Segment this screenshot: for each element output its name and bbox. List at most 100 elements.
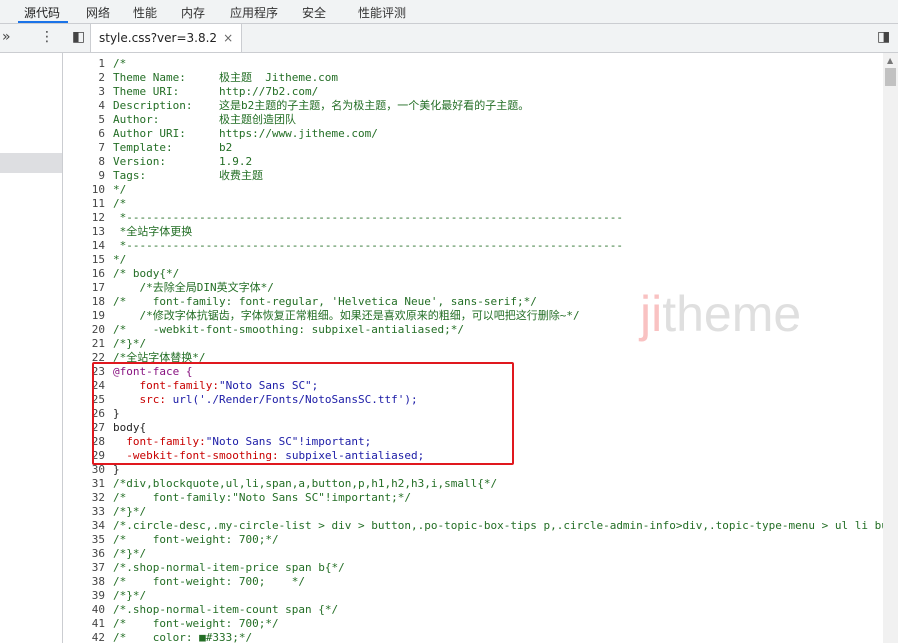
code-text: /*div,blockquote,ul,li,span,a,button,p,h…: [113, 477, 498, 490]
tab-lighthouse[interactable]: 性能评测: [358, 4, 406, 21]
code-line: 38/* font-weight: 700; */: [63, 575, 883, 589]
line-number[interactable]: 32: [63, 491, 113, 505]
code-line: 6 Author URI: https://www.jitheme.com/: [63, 127, 883, 141]
vertical-scrollbar[interactable]: ▲: [883, 53, 898, 643]
code-text: /* color: ■#333;*/: [113, 631, 253, 643]
line-number[interactable]: 39: [63, 589, 113, 603]
code-line: 31/*div,blockquote,ul,li,span,a,button,p…: [63, 477, 883, 491]
line-number[interactable]: 36: [63, 547, 113, 561]
line-number[interactable]: 41: [63, 617, 113, 631]
line-number[interactable]: 40: [63, 603, 113, 617]
code-text: /*}*/: [113, 547, 147, 560]
close-icon[interactable]: ×: [223, 31, 233, 45]
toggle-debugger-icon[interactable]: ◨: [877, 29, 890, 45]
tab-sources[interactable]: 源代码: [24, 4, 60, 21]
code-line: 5 Author: 极主题创造团队: [63, 113, 883, 127]
line-number[interactable]: 7: [63, 141, 113, 155]
code-line: 4 Description: 这是b2主题的子主题，名为极主题，一个美化最好看的子…: [63, 99, 883, 113]
code-text: *全站字体更换: [113, 225, 193, 238]
line-number[interactable]: 1: [63, 57, 113, 71]
line-number[interactable]: 9: [63, 169, 113, 183]
line-number[interactable]: 38: [63, 575, 113, 589]
code-line: 30}: [63, 463, 883, 477]
line-number[interactable]: 33: [63, 505, 113, 519]
code-text: */: [113, 253, 127, 266]
code-line: 14 *------------------------------------…: [63, 239, 883, 253]
code-line: 35/* font-weight: 700;*/: [63, 533, 883, 547]
code-text: /*}*/: [113, 589, 147, 602]
active-tab-indicator: [18, 21, 68, 23]
scrollbar-thumb[interactable]: [885, 68, 896, 86]
line-number[interactable]: 11: [63, 197, 113, 211]
code-line: 37/*.shop-normal-item-price span b{*/: [63, 561, 883, 575]
toggle-navigator-icon[interactable]: ◧: [72, 29, 85, 45]
line-number[interactable]: 13: [63, 225, 113, 239]
line-number[interactable]: 14: [63, 239, 113, 253]
code-line: 8 Version: 1.9.2: [63, 155, 883, 169]
scroll-up-icon[interactable]: ▲: [887, 56, 893, 65]
code-text: /* font-weight: 700;*/: [113, 533, 279, 546]
code-line: 42/* color: ■#333;*/: [63, 631, 883, 643]
line-number[interactable]: 10: [63, 183, 113, 197]
code-text: }: [113, 463, 120, 476]
line-number[interactable]: 34: [63, 519, 113, 533]
code-text: /* body{*/: [113, 267, 180, 280]
code-text: Theme Name: 极主题 Jitheme.com: [113, 71, 339, 84]
code-text: /*.shop-normal-item-count span {*/: [113, 603, 339, 616]
tab-security[interactable]: 安全: [302, 4, 326, 21]
line-number[interactable]: 19: [63, 309, 113, 323]
code-line: 7 Template: b2: [63, 141, 883, 155]
line-number[interactable]: 18: [63, 295, 113, 309]
line-number[interactable]: 16: [63, 267, 113, 281]
file-tab[interactable]: style.css?ver=3.8.2 ×: [90, 24, 243, 52]
code-line: 12 *------------------------------------…: [63, 211, 883, 225]
code-line: 11/*: [63, 197, 883, 211]
line-number[interactable]: 30: [63, 463, 113, 477]
line-number[interactable]: 15: [63, 253, 113, 267]
line-number[interactable]: 35: [63, 533, 113, 547]
line-number[interactable]: 31: [63, 477, 113, 491]
watermark-part2: theme: [662, 286, 802, 342]
code-line: 9 Tags: 收费主题: [63, 169, 883, 183]
line-number[interactable]: 8: [63, 155, 113, 169]
code-text: */: [113, 183, 127, 196]
more-options-icon[interactable]: ⋮: [40, 29, 54, 45]
expand-icon[interactable]: »: [2, 29, 11, 45]
line-number[interactable]: 2: [63, 71, 113, 85]
sidebar-selected-item[interactable]: [0, 153, 62, 173]
devtools-tabbar: 源代码 网络 性能 内存 应用程序 安全 性能评测: [0, 0, 898, 24]
line-number[interactable]: 37: [63, 561, 113, 575]
line-number[interactable]: 5: [63, 113, 113, 127]
code-text: /* font-family: font-regular, 'Helvetica…: [113, 295, 537, 308]
code-text: Theme URI: http://7b2.com/: [113, 85, 319, 98]
tab-application[interactable]: 应用程序: [230, 4, 278, 21]
code-line: 39/*}*/: [63, 589, 883, 603]
code-text: /*}*/: [113, 337, 147, 350]
tab-memory[interactable]: 内存: [181, 4, 205, 21]
file-tab-label: style.css?ver=3.8.2: [99, 31, 218, 45]
line-number[interactable]: 21: [63, 337, 113, 351]
line-number[interactable]: 3: [63, 85, 113, 99]
code-text: /*: [113, 57, 127, 70]
line-number[interactable]: 4: [63, 99, 113, 113]
code-text: Author URI: https://www.jitheme.com/: [113, 127, 378, 140]
code-editor[interactable]: 1/* 2 Theme Name: 极主题 Jitheme.com 3 Theme UR…: [63, 53, 883, 643]
code-lines: 1/* 2 Theme Name: 极主题 Jitheme.com 3 Theme UR…: [63, 57, 883, 643]
code-text: /* font-weight: 700;*/: [113, 617, 279, 630]
line-number[interactable]: 12: [63, 211, 113, 225]
code-line: 3 Theme URI: http://7b2.com/: [63, 85, 883, 99]
line-number[interactable]: 6: [63, 127, 113, 141]
jitheme-watermark-logo: jitheme: [640, 285, 801, 343]
code-text: Template: b2: [113, 141, 233, 154]
code-line: 40/*.shop-normal-item-count span {*/: [63, 603, 883, 617]
tab-network[interactable]: 网络: [86, 4, 110, 21]
code-text: /*去除全局DIN英文字体*/: [113, 281, 274, 294]
code-line: 41/* font-weight: 700;*/: [63, 617, 883, 631]
line-number[interactable]: 42: [63, 631, 113, 643]
line-number[interactable]: 20: [63, 323, 113, 337]
tab-performance[interactable]: 性能: [133, 4, 157, 21]
highlight-box: [92, 362, 514, 465]
line-number[interactable]: 17: [63, 281, 113, 295]
watermark-part1: ji: [640, 286, 663, 342]
code-line: 33/*}*/: [63, 505, 883, 519]
